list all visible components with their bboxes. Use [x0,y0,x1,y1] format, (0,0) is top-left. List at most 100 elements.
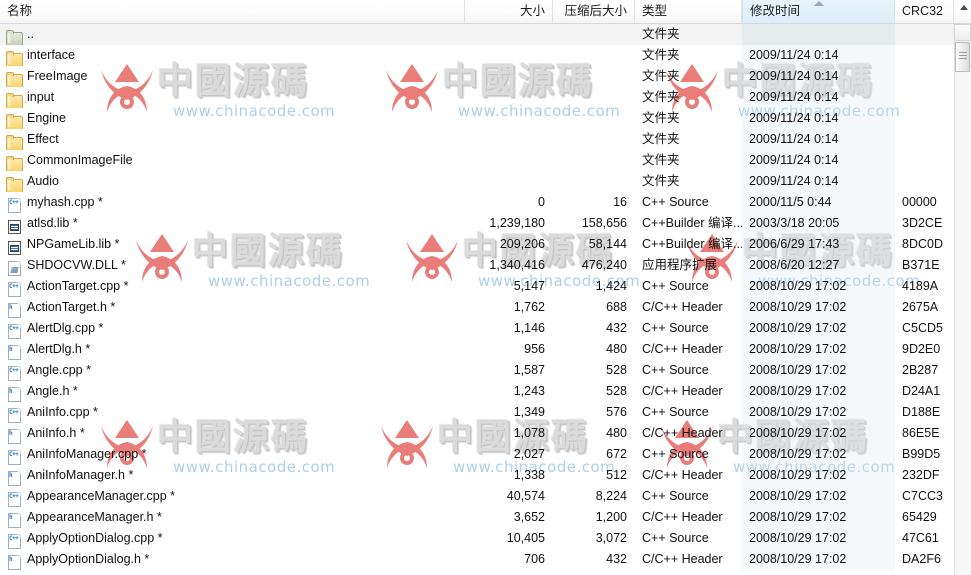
cpp-source-file-icon: C++ [6,321,22,339]
cell-name[interactable]: C++ ApplyOptionDialog.cpp * [0,528,465,549]
cell-packed [553,171,635,192]
cell-name[interactable]: C++ myhash.cpp * [0,192,465,213]
cell-size: 10,405 [506,531,545,545]
cell-name[interactable]: h AlertDlg.h * [0,339,465,360]
file-list[interactable]: .. 文件夹 interface 文件夹 2009/11/24 0:14 FreeImag… [0,24,954,575]
cell-name[interactable]: NPGameLib.lib * [0,234,465,255]
cell-crc: 47C61 [902,531,939,545]
column-header-type[interactable]: 类型 [635,0,742,23]
cell-type: C++ Source [642,279,709,293]
cell-name[interactable]: h AppearanceManager.h * [0,507,465,528]
cell-name[interactable]: C++ Angle.cpp * [0,360,465,381]
cell-name[interactable]: h AniInfoManager.h * [0,465,465,486]
column-header-name[interactable]: 名称 [0,0,465,23]
file-name-label: AlertDlg.h * [27,342,91,356]
file-list-row[interactable]: SHDOCVW.DLL * 1,340,416 476,240 应用程序扩展 2008/… [0,255,954,276]
cell-crc: 65429 [902,510,937,524]
cell-packed: 476,240 [581,258,627,272]
column-header-packed[interactable]: 压缩后大小 [553,0,635,23]
cell-name[interactable]: C++ AppearanceManager.cpp * [0,486,465,507]
file-name-label: AniInfo.cpp * [27,405,98,419]
file-name-label: AppearanceManager.h * [27,510,162,524]
file-list-row[interactable]: C++ AniInfoManager.cpp * 2,027 672 C++ Sourc… [0,444,954,465]
cell-crc [895,129,954,150]
file-list-row[interactable]: Audio 文件夹 2009/11/24 0:14 [0,171,954,192]
cell-type: C++ Source [642,447,709,461]
cell-name[interactable]: h AniInfo.h * [0,423,465,444]
cell-date: 2008/10/29 17:02 [742,528,895,549]
cell-name[interactable]: h ActionTarget.h * [0,297,465,318]
file-name-label: Audio [27,174,59,188]
cell-name[interactable]: input [0,87,465,108]
vertical-scrollbar[interactable] [954,5,971,575]
file-list-row[interactable]: C++ AniInfo.cpp * 1,349 576 C++ Source 2008/1… [0,402,954,423]
cell-name[interactable]: C++ AniInfoManager.cpp * [0,444,465,465]
cell-name[interactable]: C++ ActionTarget.cpp * [0,276,465,297]
cell-size [465,87,553,108]
file-list-row[interactable]: h AppearanceManager.h * 3,652 1,200 C/C++ He… [0,507,954,528]
cell-name[interactable]: atlsd.lib * [0,213,465,234]
cell-name[interactable]: Engine [0,108,465,129]
scrollbar-thumb[interactable] [955,42,970,72]
scrollbar-up-button[interactable] [954,5,971,41]
cell-type: C++ Source [642,321,709,335]
file-list-row[interactable]: C++ myhash.cpp * 0 16 C++ Source 2000/11/5 0:… [0,192,954,213]
cell-name[interactable]: interface [0,45,465,66]
cell-name[interactable]: h ApplyOptionDialog.h * [0,549,465,570]
cell-name[interactable]: Audio [0,171,465,192]
file-list-row[interactable]: atlsd.lib * 1,239,180 158,656 C++Builder 编译… [0,213,954,234]
cell-packed: 512 [606,468,627,482]
cell-type: C++ Source [642,363,709,377]
file-name-label: ApplyOptionDialog.h * [27,552,150,566]
file-list-row[interactable]: Effect 文件夹 2009/11/24 0:14 [0,129,954,150]
cell-name[interactable]: C++ AlertDlg.cpp * [0,318,465,339]
file-list-row[interactable]: input 文件夹 2009/11/24 0:14 [0,87,954,108]
file-list-row[interactable]: Engine 文件夹 2009/11/24 0:14 [0,108,954,129]
file-list-row[interactable]: h AniInfo.h * 1,078 480 C/C++ Header 2008/10/… [0,423,954,444]
cell-name[interactable]: SHDOCVW.DLL * [0,255,465,276]
cell-name[interactable]: CommonImageFile [0,150,465,171]
cell-date: 2006/6/29 17:43 [742,234,895,255]
file-list-row[interactable]: h AniInfoManager.h * 1,338 512 C/C++ Header 2… [0,465,954,486]
cell-name[interactable]: h Angle.h * [0,381,465,402]
cell-name[interactable]: C++ AniInfo.cpp * [0,402,465,423]
cell-size [465,24,553,45]
file-list-row[interactable]: C++ Angle.cpp * 1,587 528 C++ Source 2008/10/… [0,360,954,381]
column-header-label: CRC32 [902,4,943,18]
file-list-row[interactable]: h AlertDlg.h * 956 480 C/C++ Header 2008/10/2… [0,339,954,360]
file-list-row[interactable]: C++ AppearanceManager.cpp * 40,574 8,224 C++… [0,486,954,507]
cell-crc: B371E [902,258,940,272]
cell-name[interactable]: FreeImage [0,66,465,87]
header-file-icon: h [6,300,22,318]
cell-name[interactable]: Effect [0,129,465,150]
chevron-up-icon [960,5,968,10]
cell-name[interactable]: .. [0,24,465,45]
file-list-row[interactable]: FreeImage 文件夹 2009/11/24 0:14 [0,66,954,87]
file-list-row[interactable]: NPGameLib.lib * 209,206 58,144 C++Builder 编… [0,234,954,255]
cell-packed: 1,200 [595,510,627,524]
cell-size: 1,762 [513,300,545,314]
file-list-row[interactable]: h ApplyOptionDialog.h * 706 432 C/C++ Header… [0,549,954,570]
cell-date: 2009/11/24 0:14 [742,66,895,87]
file-list-row[interactable]: C++ AlertDlg.cpp * 1,146 432 C++ Source 2008/… [0,318,954,339]
file-list-row[interactable]: interface 文件夹 2009/11/24 0:14 [0,45,954,66]
file-name-label: AlertDlg.cpp * [27,321,104,335]
file-list-row[interactable]: h Angle.h * 1,243 528 C/C++ Header 2008/10/29… [0,381,954,402]
cell-size [465,66,553,87]
cell-packed: 432 [606,552,627,566]
column-header-size[interactable]: 大小 [465,0,553,23]
column-header-crc[interactable]: CRC32 [895,0,954,23]
file-list-row[interactable]: .. 文件夹 [0,24,954,45]
file-list-row[interactable]: CommonImageFile 文件夹 2009/11/24 0:14 [0,150,954,171]
cell-size: 1,349 [513,405,545,419]
cell-type: C++ Source [642,531,709,545]
file-list-row[interactable]: h ActionTarget.h * 1,762 688 C/C++ Header 200… [0,297,954,318]
file-list-row[interactable]: C++ ApplyOptionDialog.cpp * 10,405 3,072 C++… [0,528,954,549]
cell-crc [895,24,954,45]
column-header-date[interactable]: 修改时间 [742,0,895,23]
file-name-label: ActionTarget.h * [27,300,116,314]
cell-packed: 432 [606,321,627,335]
cpp-source-file-icon: C++ [6,363,22,381]
cell-crc: 2B287 [902,363,939,377]
file-list-row[interactable]: C++ ActionTarget.cpp * 5,147 1,424 C++ Sourc… [0,276,954,297]
